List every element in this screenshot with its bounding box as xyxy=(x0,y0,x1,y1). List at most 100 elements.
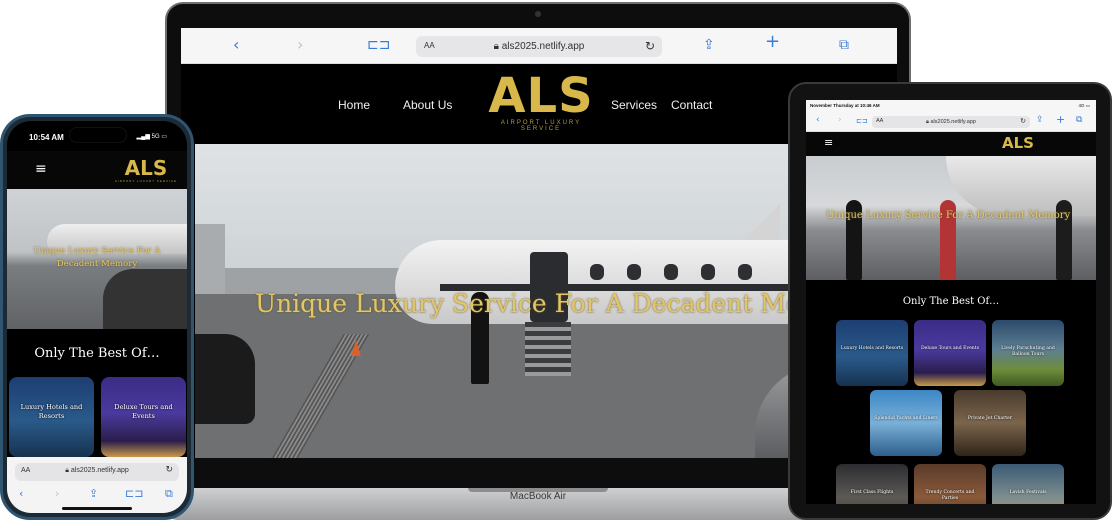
new-tab-icon[interactable]: + xyxy=(1056,113,1065,126)
service-card-label: Luxury Hotels and Resorts xyxy=(840,346,904,351)
tabs-icon[interactable]: ⧉ xyxy=(165,487,173,501)
battery-icon: ▭ xyxy=(161,134,167,140)
service-card[interactable]: Luxury Hotels and Resorts xyxy=(836,320,908,386)
jet-window xyxy=(664,264,678,280)
service-card[interactable]: Deluxe Tours and Events xyxy=(914,320,986,386)
hamburger-menu-icon[interactable]: ≡ xyxy=(35,161,47,177)
device-mockup-stage: ‹ › ⊏⊐ AA 🔒︎ als2025.netlify.app ↻ ⇪ + ⧉… xyxy=(0,0,1113,522)
new-tab-icon[interactable]: + xyxy=(765,33,780,51)
phone-address-bar[interactable]: AA 🔒︎ als2025.netlify.app ↻ xyxy=(15,463,179,481)
jet-stairs xyxy=(525,322,571,376)
service-card-label: Luxury Hotels and Resorts xyxy=(20,403,83,420)
status-time: November Thursday at 10:46 AM xyxy=(810,103,880,108)
service-card-label: Lively Parachuting and Balloon Tours xyxy=(1001,346,1055,357)
jet-window xyxy=(590,264,604,280)
phone-status-bar: 10:54 AM ▂▄▆ 5G ▭ xyxy=(7,121,187,151)
tablet-address-bar[interactable]: AA 🔒︎ als2025.netlify.app ↻ xyxy=(872,116,1030,128)
status-time: 10:54 AM xyxy=(29,133,64,142)
nav-services[interactable]: Services xyxy=(611,98,657,112)
phone-site-logo[interactable]: ALS AIRPORT LUXURY SERVICE xyxy=(115,157,177,183)
signal-icon: ▂▄▆ xyxy=(136,134,150,140)
dynamic-island xyxy=(69,127,127,143)
back-icon[interactable]: ‹ xyxy=(816,115,820,125)
tablet-status-bar: November Thursday at 10:46 AM 4G ▭ xyxy=(806,100,1096,112)
service-card[interactable]: Lavish Festivals xyxy=(992,464,1064,504)
service-card-label: Lavish Festivals xyxy=(1009,490,1047,495)
service-card[interactable]: Trendy Concerts and Parties xyxy=(914,464,986,504)
hero-car xyxy=(103,269,187,329)
nav-home[interactable]: Home xyxy=(338,98,370,112)
phone-browser-toolbar: AA 🔒︎ als2025.netlify.app ↻ ‹ › ⇪ ⊏⊐ ⧉ xyxy=(7,457,187,513)
tablet-url-text: als2025.netlify.app xyxy=(930,119,976,125)
service-card-label: Private Jet Charter xyxy=(967,416,1013,421)
tablet-device: November Thursday at 10:46 AM 4G ▭ ‹ › ⊏… xyxy=(788,82,1112,520)
service-card[interactable]: Private Jet Charter xyxy=(954,390,1026,456)
forward-icon[interactable]: › xyxy=(838,115,842,125)
tablet-hero-section: Unique Luxury Service For A Decadent Mem… xyxy=(806,156,1096,280)
laptop-browser-toolbar: ‹ › ⊏⊐ AA 🔒︎ als2025.netlify.app ↻ ⇪ + ⧉ xyxy=(181,28,897,64)
tablet-browser-toolbar: ‹ › ⊏⊐ AA 🔒︎ als2025.netlify.app ↻ ⇪ + ⧉ xyxy=(806,112,1096,132)
service-card[interactable]: Splendid Yachts and Liners xyxy=(870,390,942,456)
section-title: Only The Best Of… xyxy=(902,296,1000,307)
hero-jet xyxy=(946,156,1096,216)
hero-building xyxy=(195,224,225,294)
service-card-label: Splendid Yachts and Liners xyxy=(874,416,938,421)
battery-icon: ▭ xyxy=(1085,103,1090,108)
lock-icon: 🔒︎ xyxy=(926,119,929,125)
phone-screen: 10:54 AM ▂▄▆ 5G ▭ ≡ ALS AIRPORT LUXURY S… xyxy=(7,121,187,513)
phone-site-header: ≡ ALS AIRPORT LUXURY SERVICE xyxy=(7,151,187,189)
reload-icon[interactable]: ↻ xyxy=(165,465,173,475)
lock-icon: 🔒︎ xyxy=(65,467,69,474)
logo-tagline: AIRPORT LUXURY SERVICE xyxy=(114,179,177,183)
service-card[interactable]: First Class Flights xyxy=(836,464,908,504)
book-icon[interactable]: ⊏⊐ xyxy=(367,36,390,54)
hero-car xyxy=(195,334,255,424)
back-icon[interactable]: ‹ xyxy=(233,36,239,54)
hamburger-menu-icon[interactable]: ≡ xyxy=(824,136,833,149)
nav-contact[interactable]: Contact xyxy=(671,98,712,112)
share-icon[interactable]: ⇪ xyxy=(1036,115,1044,125)
laptop-url-text: als2025.netlify.app xyxy=(501,41,585,52)
site-logo[interactable]: ALS AIRPORT LUXURY SERVICE xyxy=(481,70,601,132)
phone-device: 10:54 AM ▂▄▆ 5G ▭ ≡ ALS AIRPORT LUXURY S… xyxy=(0,114,194,520)
home-indicator xyxy=(62,507,132,510)
reload-icon[interactable]: ↻ xyxy=(1020,117,1026,125)
traffic-cone xyxy=(351,340,361,356)
share-icon[interactable]: ⇪ xyxy=(703,36,715,54)
phone-hero-tagline: Unique Luxury Service For A Decadent Mem… xyxy=(33,246,161,269)
book-icon[interactable]: ⊏⊐ xyxy=(125,487,143,500)
service-card[interactable]: Deluxe Tours and Events xyxy=(101,377,186,457)
section-title: Only The Best Of… xyxy=(34,346,160,361)
service-card[interactable]: Luxury Hotels and Resorts xyxy=(9,377,94,457)
nav-about-us[interactable]: About Us xyxy=(403,98,452,112)
forward-icon[interactable]: › xyxy=(297,36,303,54)
share-icon[interactable]: ⇪ xyxy=(89,487,98,500)
tabs-icon[interactable]: ⧉ xyxy=(1076,115,1082,125)
service-card[interactable]: Lively Parachuting and Balloon Tours xyxy=(992,320,1064,386)
tablet-site-header: ≡ ALS xyxy=(806,132,1096,156)
reload-icon[interactable]: ↻ xyxy=(645,39,655,53)
tablet-site-logo[interactable]: ALS xyxy=(1002,134,1034,152)
jet-window xyxy=(627,264,641,280)
tabs-icon[interactable]: ⧉ xyxy=(839,36,849,54)
phone-url-text: als2025.netlify.app xyxy=(70,467,129,474)
phone-hero-section: Unique Luxury Service For A Decadent Mem… xyxy=(7,189,187,329)
jet-window xyxy=(738,264,752,280)
forward-icon[interactable]: › xyxy=(55,487,59,500)
status-signal: 4G xyxy=(1078,103,1085,108)
laptop-camera xyxy=(535,11,541,17)
tablet-hero-tagline: Unique Luxury Service For A Decadent Mem… xyxy=(826,210,1071,221)
jet-window xyxy=(701,264,715,280)
lock-icon: 🔒︎ xyxy=(493,41,499,52)
hero-tagline: Unique Luxury Service For A Decadent Mem… xyxy=(255,289,866,318)
tablet-screen: November Thursday at 10:46 AM 4G ▭ ‹ › ⊏… xyxy=(806,100,1096,504)
laptop-address-bar[interactable]: AA 🔒︎ als2025.netlify.app ↻ xyxy=(416,36,662,57)
service-card-label: Deluxe Tours and Events xyxy=(921,346,979,351)
service-card-label: Deluxe Tours and Events xyxy=(114,403,173,420)
logo-text: ALS xyxy=(488,68,594,124)
service-card-label: Trendy Concerts and Parties xyxy=(925,490,975,501)
back-icon[interactable]: ‹ xyxy=(19,487,23,500)
logo-text: ALS xyxy=(124,156,168,180)
service-card-label: First Class Flights xyxy=(850,490,894,495)
book-icon[interactable]: ⊏⊐ xyxy=(856,117,868,125)
